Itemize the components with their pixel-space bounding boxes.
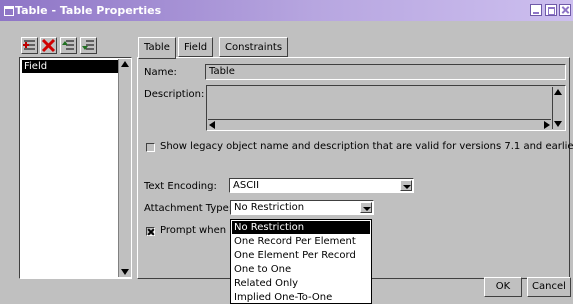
delete-field-icon [41, 38, 56, 53]
text-encoding-select[interactable]: ASCII [229, 178, 414, 193]
move-up-icon [62, 40, 74, 50]
scroll-left-icon[interactable] [209, 121, 215, 129]
chevron-down-icon[interactable] [360, 202, 372, 213]
dropdown-option[interactable]: No Restriction [232, 221, 370, 234]
prompt-checkbox-label: Prompt when [160, 225, 227, 236]
tab-field[interactable]: Field [178, 37, 214, 57]
tab-constraints[interactable]: Constraints [219, 37, 289, 57]
dropdown-option[interactable]: One Element Per Record [232, 249, 370, 262]
scroll-up-icon[interactable] [554, 89, 562, 95]
attachment-type-select[interactable]: No Restriction [230, 200, 374, 215]
text-encoding-value: ASCII [233, 180, 260, 191]
tab-table[interactable]: Table [138, 37, 176, 59]
chevron-down-icon[interactable] [400, 180, 412, 191]
dropdown-option[interactable]: One to One [232, 263, 370, 276]
close-button[interactable] [559, 4, 571, 16]
attachment-type-label: Attachment Type: [144, 203, 233, 214]
minimize-button[interactable] [530, 4, 542, 16]
attachment-type-dropdown[interactable]: No Restriction One Record Per Element On… [230, 219, 372, 304]
name-field[interactable]: Table [205, 64, 566, 80]
description-vertical-scrollbar[interactable] [552, 87, 564, 129]
legacy-checkbox[interactable] [146, 143, 155, 152]
prompt-checkbox[interactable] [146, 227, 155, 236]
text-encoding-label: Text Encoding: [144, 181, 217, 192]
properties-window: Table - Table Properties Field Table Fie… [0, 0, 573, 304]
scroll-up-icon[interactable] [121, 61, 129, 67]
move-field-down-button[interactable] [80, 37, 97, 54]
maximize-button[interactable] [545, 4, 557, 16]
window-title: Table - Table Properties [15, 4, 162, 17]
move-down-icon [82, 40, 94, 50]
description-horizontal-scrollbar[interactable] [208, 119, 551, 129]
move-field-up-button[interactable] [60, 37, 77, 54]
dropdown-option[interactable]: One Record Per Element [232, 235, 370, 248]
dropdown-option[interactable]: Related Only [232, 277, 370, 290]
ok-button[interactable]: OK [484, 277, 522, 297]
legacy-checkbox-label: Show legacy object name and description … [160, 141, 573, 152]
title-bar[interactable]: Table - Table Properties [0, 0, 573, 21]
attachment-type-value: No Restriction [234, 202, 305, 213]
field-list-scrollbar[interactable] [118, 59, 131, 277]
name-label: Name: [144, 67, 177, 78]
add-field-icon [23, 40, 35, 50]
delete-field-button[interactable] [40, 37, 57, 54]
description-field[interactable] [206, 85, 566, 131]
scroll-down-icon[interactable] [554, 121, 562, 127]
cancel-button[interactable]: Cancel [527, 277, 571, 297]
add-field-button[interactable] [21, 37, 38, 54]
field-list[interactable]: Field [19, 57, 132, 279]
scroll-down-icon[interactable] [121, 269, 129, 275]
scroll-right-icon[interactable] [544, 121, 550, 129]
field-list-item[interactable]: Field [22, 60, 118, 73]
description-label: Description: [144, 89, 205, 100]
window-menu-icon[interactable] [4, 6, 14, 16]
dropdown-option[interactable]: Implied One-To-One [232, 291, 370, 304]
